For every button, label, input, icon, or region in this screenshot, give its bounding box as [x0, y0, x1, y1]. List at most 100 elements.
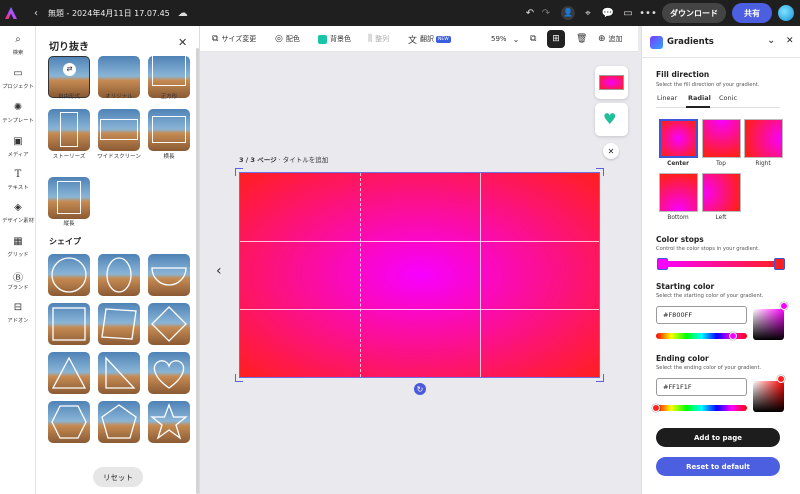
shapes-section-title: シェイプ: [49, 237, 81, 246]
crop-label-stories: ストーリーズ: [52, 154, 86, 160]
resize-button[interactable]: ⧉ サイズ変更: [212, 26, 256, 52]
crop-option-portrait[interactable]: [48, 177, 90, 219]
redo-icon[interactable]: ↷: [538, 8, 554, 19]
back-chevron-icon[interactable]: ‹: [34, 8, 38, 19]
new-badge: NEW: [436, 35, 451, 43]
shape-hexagon[interactable]: [48, 401, 90, 443]
shape-diamond[interactable]: [148, 303, 190, 345]
shape-parallelogram[interactable]: [98, 303, 140, 345]
shape-oval[interactable]: [98, 254, 140, 296]
ending-hue-slider[interactable]: [656, 405, 747, 411]
shape-square[interactable]: [48, 303, 90, 345]
location-pin-icon[interactable]: ⌖: [578, 8, 598, 19]
add-to-page-button[interactable]: Add to page: [656, 428, 780, 447]
color-stops-bar[interactable]: [660, 261, 780, 267]
translate-button[interactable]: 文翻訳 NEW: [408, 26, 451, 52]
rail-item-templates[interactable]: ✺ テンプレート: [0, 102, 36, 124]
comment-icon[interactable]: 💬: [598, 8, 618, 19]
resize-handle-bottom-left[interactable]: [235, 374, 243, 382]
background-color-button[interactable]: 背景色: [318, 26, 351, 52]
color-swatch-card[interactable]: [595, 66, 628, 99]
rail-item-design-assets[interactable]: ◈ デザイン素材: [0, 202, 36, 224]
close-icon[interactable]: ✕: [603, 143, 619, 159]
addons-icon: ⊟: [13, 302, 23, 313]
color-palette-button[interactable]: ◎ 配色: [275, 26, 300, 52]
tab-conic[interactable]: Conic: [719, 94, 737, 102]
rail-item-brand[interactable]: Ⓑ ブランド: [0, 269, 36, 291]
crop-option-original[interactable]: [98, 56, 140, 98]
ending-picker-handle[interactable]: [777, 375, 785, 383]
resize-handle-bottom-right[interactable]: [596, 374, 604, 382]
adobe-express-logo[interactable]: [0, 0, 22, 26]
direction-left[interactable]: [702, 173, 741, 212]
rotate-icon[interactable]: ↻: [414, 383, 426, 395]
previous-page-chevron-icon[interactable]: ‹: [216, 263, 222, 279]
gradient-artboard[interactable]: [239, 172, 600, 378]
rail-item-media[interactable]: ▣ メディア: [0, 136, 36, 158]
crop-option-landscape[interactable]: [148, 109, 190, 151]
grid-layout-icon: ⊞: [552, 34, 560, 44]
shape-star[interactable]: [148, 401, 190, 443]
crop-option-widescreen[interactable]: [98, 109, 140, 151]
cloud-sync-icon: ☁: [177, 7, 188, 19]
rail-item-text[interactable]: T テキスト: [0, 169, 36, 191]
tab-radial[interactable]: Radial: [688, 94, 711, 102]
shape-triangle[interactable]: [48, 352, 90, 394]
crop-panel-scrollbar[interactable]: [196, 48, 199, 494]
shape-half-circle[interactable]: [148, 254, 190, 296]
avatar[interactable]: [778, 5, 794, 21]
rail-item-projects[interactable]: ▭ プロジェクト: [0, 68, 36, 90]
translate-icon: 文: [408, 35, 418, 46]
starting-color-hex-input[interactable]: #F800FF: [656, 306, 747, 324]
tab-linear[interactable]: Linear: [657, 94, 677, 102]
shape-right-triangle[interactable]: [98, 352, 140, 394]
add-page-button[interactable]: ⊕ 追加: [598, 26, 623, 52]
direction-top[interactable]: [702, 119, 741, 158]
color-stop-start[interactable]: [657, 258, 668, 270]
ending-color-hex-input[interactable]: #FF1F1F: [656, 378, 747, 396]
color-stop-end[interactable]: [774, 258, 785, 270]
more-icon[interactable]: •••: [638, 8, 658, 19]
rail-item-search[interactable]: ⌕ 検索: [0, 34, 36, 56]
shape-heart[interactable]: [148, 352, 190, 394]
direction-center[interactable]: [659, 119, 698, 158]
chevron-down-icon[interactable]: ⌄: [767, 35, 775, 46]
grid-layout-button[interactable]: ⊞: [547, 30, 565, 48]
undo-icon[interactable]: ↶: [522, 8, 538, 19]
starting-hue-handle[interactable]: [729, 332, 737, 340]
shape-pentagon[interactable]: [98, 401, 140, 443]
media-icon: ▣: [13, 136, 23, 147]
resize-handle-top-right[interactable]: [596, 168, 604, 176]
resize-handle-top-left[interactable]: [235, 168, 243, 176]
crop-reset-button[interactable]: リセット: [93, 467, 143, 487]
crop-option-freeform[interactable]: ⇄: [48, 56, 90, 98]
download-button[interactable]: ダウンロード: [662, 3, 726, 23]
align-button[interactable]: ⫼ 整列: [368, 26, 389, 52]
crop-option-stories[interactable]: [48, 109, 90, 151]
ending-color-title: Ending color: [656, 354, 709, 363]
zoom-dropdown[interactable]: 59% ⌄: [491, 26, 519, 52]
starting-color-picker[interactable]: [753, 309, 784, 340]
rail-item-grid[interactable]: ▦ グリッド: [0, 236, 36, 258]
page-caption[interactable]: 3 / 3 ページ · タイトルを追加: [239, 154, 328, 164]
delete-button[interactable]: 🗑: [576, 26, 590, 52]
invite-user-icon[interactable]: 👤: [558, 6, 578, 20]
starting-picker-handle[interactable]: [780, 302, 788, 310]
rail-item-addons[interactable]: ⊟ アドオン: [0, 302, 36, 324]
ending-color-picker[interactable]: [753, 381, 784, 412]
addon-card[interactable]: ♥: [595, 103, 628, 136]
present-icon[interactable]: ▭: [618, 8, 638, 19]
gradient-swatch: [599, 75, 624, 90]
direction-right[interactable]: [744, 119, 783, 158]
close-icon[interactable]: ✕: [786, 36, 794, 46]
layers-button[interactable]: ⧉: [530, 26, 539, 52]
close-icon[interactable]: ✕: [178, 36, 187, 49]
direction-bottom[interactable]: [659, 173, 698, 212]
reset-to-default-button[interactable]: Reset to default: [656, 457, 780, 476]
ending-hue-handle[interactable]: [652, 404, 660, 412]
crop-option-square[interactable]: [148, 56, 190, 98]
gradients-header: Gradients ⌄ ✕: [642, 26, 800, 58]
document-title[interactable]: 無題 - 2024年4月11日 17.07.45: [48, 8, 170, 19]
share-button[interactable]: 共有: [732, 3, 772, 23]
shape-circle[interactable]: [48, 254, 90, 296]
